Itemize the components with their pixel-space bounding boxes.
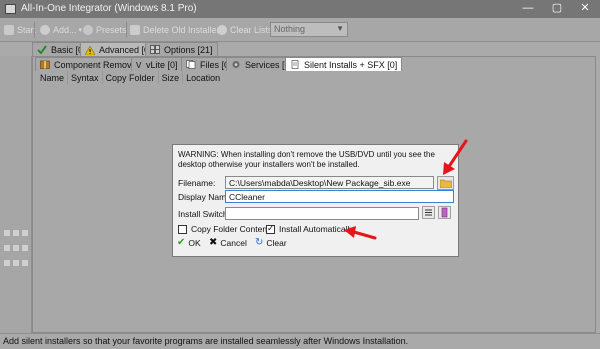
presets-button[interactable]: Presets [83,23,127,37]
title-bar: All-In-One Integrator (Windows 8.1 Pro) … [0,0,600,18]
folder-icon [440,179,452,188]
annotation-arrow-filename [443,139,468,175]
status-text: Add silent installers so that your favor… [3,336,409,346]
gear-icon [231,60,241,69]
drag-handle[interactable] [4,230,28,266]
delete-old-label: Delete Old Installers [143,25,225,35]
delete-old-installers-button[interactable]: Delete Old Installers [130,23,224,37]
toolbar-separator [34,22,35,38]
eraser-icon [441,207,448,218]
column-header-size[interactable]: Size [159,71,184,84]
list-icon [425,209,432,216]
start-icon [4,25,14,35]
maximize-button[interactable]: ▢ [543,0,571,18]
files-icon [186,60,196,69]
clear-icon [217,25,227,35]
warning-icon [84,44,96,55]
copy-folder-checkbox[interactable]: Copy Folder Contents [178,224,274,234]
delete-icon [130,25,140,35]
install-automatically-checkbox[interactable]: Install Automatically [266,223,354,234]
toolbar-separator [126,22,127,38]
install-automatically-checkbox-box[interactable] [266,223,275,234]
installer-list-header: Name Syntax Copy Folder Size Location [37,71,592,84]
check-icon: ✔ [177,237,186,248]
add-button[interactable]: Add... ▾ [40,23,82,37]
toolbar: Start Add... ▾ Presets Delete Old Instal… [0,18,600,42]
column-header-syntax[interactable]: Syntax [68,71,103,84]
chevron-down-icon: ▼ [336,24,344,33]
browse-folder-button[interactable] [437,176,454,190]
presets-icon [83,25,93,35]
start-button[interactable]: Start [4,23,36,37]
install-switch-field[interactable] [225,207,419,220]
list-select-value: Nothing [274,24,306,34]
tab-label: Advanced [0] [99,45,152,55]
close-button[interactable]: ✕ [571,0,599,18]
install-switch-label: Install Switch: [178,209,230,219]
document-icon [290,60,300,69]
check-icon [37,45,47,55]
column-header-copy-folder[interactable]: Copy Folder [103,71,159,84]
app-icon [5,4,16,14]
clear-label: Clear [266,237,287,248]
left-gutter [0,56,32,333]
vlite-icon: V [136,60,142,70]
clear-icon: ↻ [255,237,264,248]
add-label: Add... [53,25,77,35]
filename-field[interactable]: C:\Users\mabda\Desktop\New Package_sib.e… [225,176,434,189]
status-bar: Add silent installers so that your favor… [0,333,600,349]
switch-list-button[interactable] [422,206,435,219]
tab-silent-installs[interactable]: Silent Installs + SFX [0] [285,57,403,71]
cancel-icon: ✖ [209,237,218,248]
tab-label: vLite [0] [146,59,178,70]
app-window: All-In-One Integrator (Windows 8.1 Pro) … [0,0,600,349]
switch-clear-button[interactable] [438,206,451,219]
clear-lists-button[interactable]: Clear Lists [217,23,273,37]
ok-label: OK [188,237,201,248]
cancel-button[interactable]: ✖ Cancel [209,236,247,249]
warning-message: WARNING: When installing don't remove th… [178,150,435,169]
chevron-down-icon: ▾ [78,27,83,34]
presets-label: Presets [96,25,127,35]
column-header-name[interactable]: Name [37,71,69,84]
cancel-label: Cancel [220,237,247,248]
ok-button[interactable]: ✔ OK [177,236,201,249]
clear-button[interactable]: ↻ Clear [255,236,287,249]
add-installer-dialog: WARNING: When installing don't remove th… [172,144,459,257]
sub-tabs: Component Removal [0] V vLite [0] Files … [33,57,597,71]
add-icon [40,25,50,35]
tab-label: Silent Installs + SFX [0] [304,59,398,70]
copy-folder-checkbox-box[interactable] [178,224,187,234]
annotation-arrow-install-automatically [344,226,377,240]
package-icon [40,60,50,69]
main-tabs: Basic [0] Advanced [0] Options [21] [0,42,600,57]
svg-text:V: V [136,61,142,69]
column-header-location[interactable]: Location [183,71,223,84]
minimize-button[interactable]: — [514,0,542,18]
window-title: All-In-One Integrator (Windows 8.1 Pro) [21,3,197,14]
tab-label: Options [21] [164,44,213,55]
options-icon [150,45,160,54]
tab-vlite[interactable]: V vLite [0] [131,57,183,71]
list-select[interactable]: Nothing ▼ [270,22,348,37]
clear-lists-label: Clear Lists [230,25,273,35]
filename-label: Filename: [178,178,216,188]
display-name-field[interactable]: CCleaner [225,190,454,203]
tab-options[interactable]: Options [21] [145,42,218,56]
copy-folder-label: Copy Folder Contents [191,224,274,234]
